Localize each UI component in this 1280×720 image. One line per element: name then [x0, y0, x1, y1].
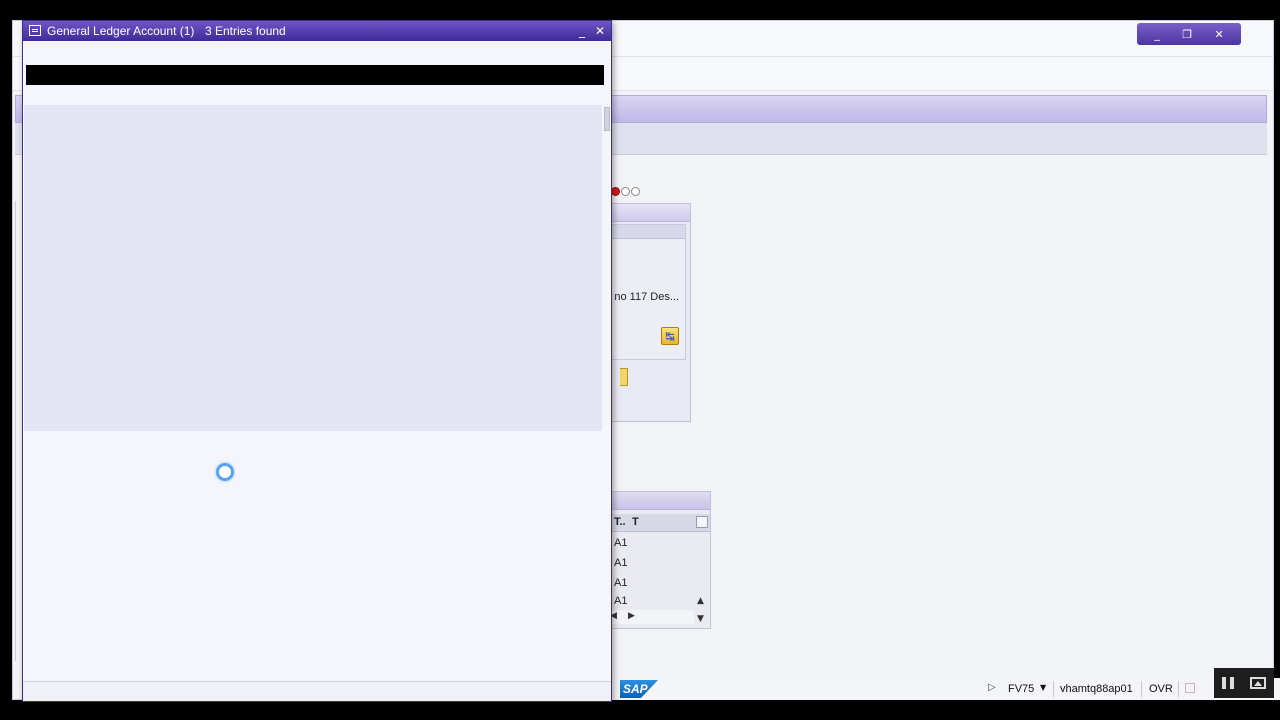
close-icon[interactable]: ✕ [1215, 29, 1224, 40]
status-red-icon [611, 187, 620, 196]
table-settings-icon[interactable] [696, 516, 708, 528]
insert-mode[interactable]: OVR [1149, 683, 1173, 695]
dialog-footer [23, 681, 611, 701]
pause-icon[interactable] [1222, 677, 1234, 689]
dialog-window-icon [29, 25, 41, 36]
table-cell: A1 [614, 537, 628, 549]
display-change-icon[interactable]: ↹ [661, 327, 679, 345]
status-expand-icon[interactable]: ▷ [988, 682, 996, 693]
restore-icon[interactable]: ❐ [1182, 29, 1192, 40]
status-empty-icon [621, 187, 630, 196]
input-button-edge[interactable] [620, 368, 628, 386]
dialog-lower-area [24, 431, 610, 699]
video-player-controls [1214, 668, 1274, 698]
column-header[interactable]: T [632, 516, 639, 528]
transaction-code[interactable]: FV75 [1008, 683, 1034, 695]
value-help-dialog: General Ledger Account (1) 3 Entries fou… [22, 20, 612, 702]
scroll-right-icon[interactable]: ▶ [628, 611, 635, 621]
results-list-area[interactable] [24, 105, 602, 431]
column-header[interactable]: T.. [614, 516, 626, 528]
account-description: no 117 Des... [614, 291, 679, 303]
status-empty-icon [631, 187, 640, 196]
dialog-titlebar[interactable]: General Ledger Account (1) 3 Entries fou… [23, 21, 611, 41]
status-divider [1141, 681, 1142, 697]
entries-found-label: 3 Entries found [205, 24, 286, 38]
close-icon[interactable]: ✕ [593, 24, 607, 38]
status-divider [1178, 681, 1179, 697]
screen: _ ❐ ✕ no 117 Des... ↹ T.. T A1 A1 A1 A1 … [0, 0, 1280, 720]
picture-in-picture-icon[interactable] [1250, 677, 1266, 689]
lock-icon [1185, 683, 1195, 693]
table-cell: A1 [614, 595, 628, 607]
scroll-down-icon[interactable]: ▼ [697, 614, 704, 624]
table-cell: A1 [614, 557, 628, 569]
scroll-up-icon[interactable]: ▲ [697, 596, 704, 606]
dialog-body [24, 41, 610, 699]
server-name: vhamtq88ap01 [1060, 683, 1133, 695]
loading-spinner-icon [216, 463, 234, 481]
status-divider [1053, 681, 1054, 697]
restriction-bar [26, 65, 604, 85]
status-bar: SAP ▷ FV75 ▼ vhamtq88ap01 OVR [612, 678, 1280, 700]
minimize-icon[interactable]: _ [1154, 29, 1160, 40]
main-window-controls: _ ❐ ✕ [1137, 23, 1241, 45]
dialog-title: General Ledger Account (1) [47, 24, 195, 38]
table-vertical-scrollbar[interactable]: ▲ ▼ [694, 534, 708, 624]
sap-logo: SAP [620, 680, 658, 698]
list-scrollbar-thumb[interactable] [604, 107, 610, 131]
status-indicator [611, 187, 640, 196]
table-cell: A1 [614, 577, 628, 589]
chevron-down-icon[interactable]: ▼ [1040, 683, 1046, 692]
minimize-icon[interactable]: _ [575, 24, 589, 38]
